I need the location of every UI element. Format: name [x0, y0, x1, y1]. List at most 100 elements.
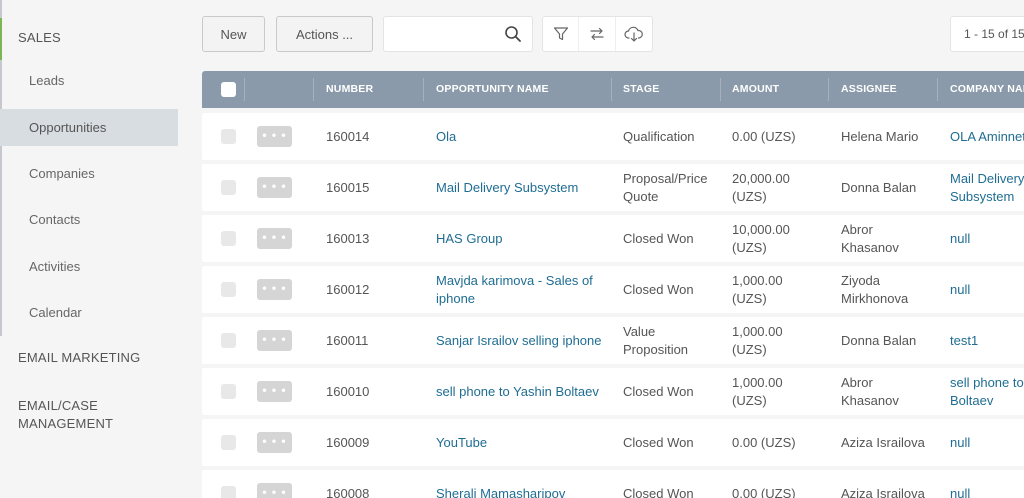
cell-amount: 1,000.00 (UZS) [732, 323, 783, 359]
row-actions-button[interactable]: • • • [257, 381, 292, 402]
table-row[interactable]: • • • 160014 Ola Qualification 0.00 (UZS) Hel… [202, 113, 1024, 160]
nav-section-email-case-management[interactable]: EMAIL/CASE MANAGEMENT [0, 397, 113, 433]
cell-assignee: Donna Balan [841, 179, 916, 197]
cell-company-name[interactable]: null [950, 434, 970, 452]
row-checkbox[interactable] [221, 486, 236, 498]
sidebar-item-contacts[interactable]: Contacts [0, 201, 178, 238]
cell-number: 160014 [326, 128, 369, 146]
cell-opportunity-name[interactable]: YouTube [436, 434, 487, 452]
column-divider [720, 78, 721, 101]
cell-number: 160011 [326, 332, 368, 350]
row-checkbox[interactable] [221, 384, 236, 399]
cell-opportunity-name[interactable]: Sherali Mamasharipov [436, 485, 565, 498]
column-header-assignee[interactable]: ASSIGNEE [841, 71, 897, 108]
cell-text-line: HAS Group [436, 231, 503, 246]
cell-company-name[interactable]: OLA Aminnet [950, 128, 1024, 146]
cell-number: 160009 [326, 434, 369, 452]
table-row[interactable]: • • • 160008 Sherali Mamasharipov Closed Wo… [202, 470, 1024, 498]
cell-company-name[interactable]: null [950, 485, 970, 498]
table-row[interactable]: • • • 160009 YouTube Closed Won 0.00 (UZS) Az… [202, 419, 1024, 466]
select-all-checkbox[interactable] [221, 82, 236, 97]
row-checkbox[interactable] [221, 129, 236, 144]
row-actions-button[interactable]: • • • [257, 330, 292, 351]
row-actions-button[interactable]: • • • [257, 279, 292, 300]
cloud-download-icon [624, 26, 643, 42]
cell-text-line: Closed Won [623, 282, 694, 297]
cell-text-line: sell phone to Yashin Boltaev [436, 384, 599, 399]
search-input[interactable] [384, 17, 494, 51]
row-checkbox[interactable] [221, 180, 236, 195]
nav-section-email-marketing[interactable]: EMAIL MARKETING [0, 350, 140, 365]
row-actions-button[interactable]: • • • [257, 432, 292, 453]
row-checkbox[interactable] [221, 333, 236, 348]
row-checkbox[interactable] [221, 231, 236, 246]
table-row[interactable]: • • • 160013 HAS Group Closed Won 10,000.00 (… [202, 215, 1024, 262]
sidebar-item-opportunities[interactable]: Opportunities [0, 109, 178, 146]
row-checkbox[interactable] [221, 282, 236, 297]
cell-assignee: Aziza Israilova [841, 434, 925, 452]
nav-section-sales[interactable]: SALES [0, 30, 61, 45]
cell-text-line: Mirkhonova [841, 291, 909, 306]
cell-opportunity-name[interactable]: Ola [436, 128, 456, 146]
column-divider [423, 78, 424, 101]
sidebar-item-leads[interactable]: Leads [0, 62, 178, 99]
cell-text-line: 0.00 (UZS) [732, 486, 796, 498]
column-header-company-name[interactable]: COMPANY NAME [950, 71, 1024, 108]
cell-amount: 1,000.00 (UZS) [732, 374, 783, 410]
column-header-number[interactable]: NUMBER [326, 71, 373, 108]
row-actions-button[interactable]: • • • [257, 126, 292, 147]
cell-text-line: null [950, 231, 971, 246]
actions-button[interactable]: Actions ... [276, 16, 373, 52]
cell-opportunity-name[interactable]: Mail Delivery Subsystem [436, 179, 578, 197]
sidebar-item-calendar[interactable]: Calendar [0, 294, 178, 331]
table-header: NUMBER OPPORTUNITY NAME STAGE AMOUNT ASS… [202, 71, 1024, 108]
cell-amount: 20,000.00 (UZS) [732, 170, 790, 206]
cell-text-line: 1,000.00 [732, 375, 783, 390]
filter-button[interactable] [543, 17, 580, 51]
cell-stage: Closed Won [623, 383, 694, 401]
cell-text-line: 20,000.00 [732, 171, 790, 186]
cell-company-name[interactable]: test1 [950, 332, 978, 350]
cell-opportunity-name[interactable]: Sanjar Israilov selling iphone [436, 332, 601, 350]
row-actions-button[interactable]: • • • [257, 177, 292, 198]
cell-text-line: 1,000.00 [732, 324, 783, 339]
column-header-amount[interactable]: AMOUNT [732, 71, 779, 108]
cell-text-line: 1,000.00 [732, 273, 783, 288]
row-actions-button[interactable]: • • • [257, 228, 292, 249]
new-button[interactable]: New [202, 16, 265, 52]
table-row[interactable]: • • • 160012 Mavjda karimova - Sales of iph… [202, 266, 1024, 313]
cell-text-line: test1 [950, 333, 979, 348]
cell-text-line: Abror [841, 375, 873, 390]
table-row[interactable]: • • • 160010 sell phone to Yashin Boltaev C… [202, 368, 1024, 415]
cell-opportunity-name[interactable]: HAS Group [436, 230, 502, 248]
cell-text-line: 160010 [326, 384, 370, 399]
cell-text-line: Sanjar Israilov selling iphone [436, 333, 602, 348]
download-button[interactable] [616, 17, 652, 51]
sidebar-item-companies[interactable]: Companies [0, 155, 178, 192]
cell-text-line: Subsystem [950, 189, 1015, 204]
cell-company-name[interactable]: sell phone to Boltaev [950, 374, 1024, 410]
row-checkbox[interactable] [221, 435, 236, 450]
cell-text-line: null [950, 282, 971, 297]
cell-company-name[interactable]: null [950, 281, 970, 299]
cell-opportunity-name[interactable]: sell phone to Yashin Boltaev [436, 383, 599, 401]
sync-button[interactable] [579, 17, 616, 51]
cell-text-line: Closed Won [623, 384, 694, 399]
cell-number: 160010 [326, 383, 369, 401]
cell-text-line: Quote [623, 189, 659, 204]
sidebar-item-activities[interactable]: Activities [0, 248, 178, 285]
cell-text-line: Abror [841, 222, 873, 237]
row-actions-button[interactable]: • • • [257, 483, 292, 498]
cell-amount: 10,000.00 (UZS) [732, 221, 790, 257]
cell-text-line: Khasanov [841, 240, 899, 255]
column-header-opportunity-name[interactable]: OPPORTUNITY NAME [436, 71, 549, 108]
search-icon[interactable] [504, 25, 522, 43]
nav-section-label-line: EMAIL/CASE [18, 398, 99, 413]
cell-company-name[interactable]: null [950, 230, 970, 248]
cell-text-line: (UZS) [732, 240, 767, 255]
cell-opportunity-name[interactable]: Mavjda karimova - Sales of iphone [436, 272, 593, 308]
table-row[interactable]: • • • 160015 Mail Delivery Subsystem Propos… [202, 164, 1024, 211]
column-header-stage[interactable]: STAGE [623, 71, 659, 108]
cell-company-name[interactable]: Mail Delivery Subsystem [950, 170, 1024, 206]
table-row[interactable]: • • • 160011 Sanjar Israilov selling iphon… [202, 317, 1024, 364]
